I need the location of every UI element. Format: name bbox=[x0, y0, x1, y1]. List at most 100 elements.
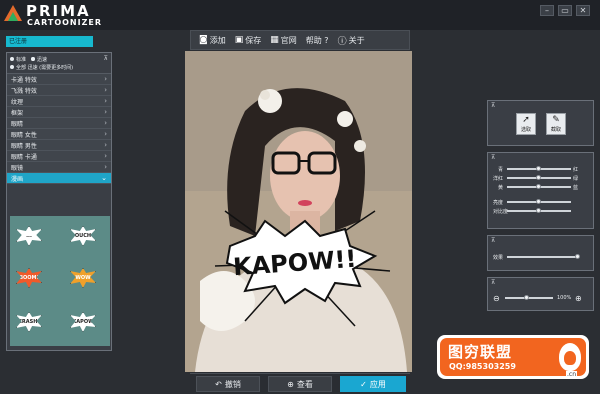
chevron-right-icon: › bbox=[104, 108, 107, 116]
thumb-boom[interactable]: BOOM! bbox=[14, 264, 44, 292]
minimize-button[interactable]: – bbox=[540, 5, 554, 16]
add-label: 添加 bbox=[209, 35, 226, 45]
grid-icon: ▦ bbox=[270, 35, 279, 45]
apply-button[interactable]: ✓ 应用 bbox=[340, 376, 406, 392]
slider-left-label: 青 bbox=[497, 166, 503, 173]
color-adjust-panel: ⊼ 青红洋红绿黄蓝亮度 对比度 bbox=[487, 152, 594, 229]
slider-knob[interactable] bbox=[536, 208, 541, 213]
effect-slider-knob[interactable] bbox=[575, 254, 580, 259]
slider-left-label: 亮度 bbox=[493, 199, 504, 206]
color-slider[interactable] bbox=[507, 184, 571, 189]
pin-icon[interactable]: ⊼ bbox=[491, 102, 495, 109]
category-label: 眼睛 男性 bbox=[11, 142, 37, 150]
undo-icon: ↶ bbox=[215, 379, 222, 389]
zoom-value: 100% bbox=[557, 295, 572, 301]
selection-panel: ⊼ ➚ 选取 ✎ 截取 bbox=[487, 100, 594, 146]
zoom-in-icon[interactable]: ⊕ bbox=[575, 294, 585, 303]
color-slider[interactable] bbox=[507, 166, 571, 171]
thumb-crash[interactable]: CRASH! bbox=[14, 308, 44, 336]
effect-thumbnails: ... OUCH BOOM! WOW CRASH! KAPOW bbox=[10, 216, 110, 346]
capture-tool-label: 截取 bbox=[550, 127, 561, 133]
category-item[interactable]: 眼睛 女性 › bbox=[7, 129, 111, 140]
color-slider[interactable] bbox=[507, 175, 571, 180]
thumb-dots[interactable]: ... bbox=[14, 222, 44, 250]
registered-badge: 已注册 bbox=[6, 36, 93, 47]
color-slider-row: 对比度 bbox=[493, 208, 589, 215]
category-label: 眼睛 女性 bbox=[11, 131, 37, 139]
watermark-inner: 图穷联盟 QQ:985303259 bbox=[440, 338, 586, 376]
slider-left-label: 对比度 bbox=[493, 208, 509, 215]
mode-standard-radio[interactable] bbox=[10, 57, 14, 61]
mode-quick-radio[interactable] bbox=[31, 57, 36, 61]
category-item[interactable]: 眼睛 男性 › bbox=[7, 140, 111, 151]
slider-knob[interactable] bbox=[536, 175, 541, 180]
help-button[interactable]: 帮助 ? bbox=[306, 35, 329, 46]
category-item[interactable]: 眼睛 卡通 › bbox=[7, 151, 111, 162]
website-button[interactable]: ▦ 官网 bbox=[270, 35, 297, 46]
zoom-out-icon[interactable]: ⊖ bbox=[493, 294, 503, 303]
logo-inner-triangle bbox=[8, 12, 18, 21]
pin-icon[interactable]: ⊼ bbox=[491, 279, 495, 286]
category-item[interactable]: 卡通 特效 › bbox=[7, 74, 111, 85]
slider-knob[interactable] bbox=[536, 184, 541, 189]
effect-slider[interactable] bbox=[507, 254, 580, 259]
watermark-title: 图穷联盟 bbox=[448, 343, 513, 361]
cursor-arrow-icon: ➚ bbox=[522, 115, 530, 125]
mode-full-radio[interactable] bbox=[10, 65, 14, 69]
category-item[interactable]: 漫画 ⌄ bbox=[7, 173, 111, 184]
category-list: 卡通 特效 › 飞溅 特效 › 纹理 › 框架 › 眼睛 › 眼睛 女性 › 眼睛 男性 › 眼睛 卡通 › 眼… bbox=[7, 74, 111, 184]
category-item[interactable]: 飞溅 特效 › bbox=[7, 85, 111, 96]
photo-canvas[interactable]: KAPOW!! bbox=[185, 51, 412, 372]
category-item[interactable]: 眼睛 › bbox=[7, 118, 111, 129]
floppy-disk-icon: ▣ bbox=[234, 35, 244, 45]
slider-knob[interactable] bbox=[536, 166, 541, 171]
mode-quick-label: 迅速 bbox=[37, 56, 48, 63]
select-tool-button[interactable]: ➚ 选取 bbox=[516, 113, 536, 135]
undo-button[interactable]: ↶ 撤销 bbox=[196, 376, 260, 392]
color-slider-row: 亮度 bbox=[493, 199, 589, 206]
capture-tool-button[interactable]: ✎ 截取 bbox=[546, 113, 566, 135]
apply-label: 应用 bbox=[369, 379, 386, 389]
slider-left-label: 黄 bbox=[497, 184, 503, 191]
slider-right-label: 绿 bbox=[573, 175, 579, 182]
color-slider[interactable] bbox=[507, 208, 571, 213]
mode-full-label: 全部 迅速 (需要更多时间) bbox=[16, 64, 74, 71]
chevron-right-icon: › bbox=[104, 119, 107, 127]
about-label: 关于 bbox=[348, 35, 365, 45]
pin-icon[interactable]: ⊼ bbox=[491, 154, 495, 161]
main-toolbar: ◙ 添加 ▣ 保存 ▦ 官网 帮助 ? ⓘ 关于 bbox=[190, 30, 410, 50]
thumb-ouch[interactable]: OUCH bbox=[68, 222, 98, 250]
chevron-right-icon: › bbox=[104, 75, 107, 83]
color-slider[interactable] bbox=[507, 199, 571, 204]
watermark-suffix: .cn bbox=[566, 371, 578, 378]
chevron-right-icon: › bbox=[104, 152, 107, 160]
category-item[interactable]: 框架 › bbox=[7, 107, 111, 118]
category-item[interactable]: 纹理 › bbox=[7, 96, 111, 107]
chevron-right-icon: › bbox=[104, 130, 107, 138]
slider-left-label: 洋红 bbox=[493, 175, 504, 182]
color-slider-row: 洋红 绿 bbox=[493, 175, 589, 182]
select-tool-label: 选取 bbox=[520, 127, 531, 133]
crop-pen-icon: ✎ bbox=[552, 115, 560, 125]
check-icon: ✓ bbox=[360, 379, 367, 389]
thumb-crash-label: CRASH! bbox=[16, 312, 42, 332]
add-button[interactable]: ◙ 添加 bbox=[199, 35, 226, 46]
close-button[interactable]: ✕ bbox=[576, 5, 590, 16]
category-item[interactable]: 眼镜 › bbox=[7, 162, 111, 173]
zoom-slider[interactable] bbox=[505, 295, 553, 300]
thumb-kapow[interactable]: KAPOW bbox=[68, 308, 98, 336]
chevron-right-icon: › bbox=[104, 86, 107, 94]
zoom-slider-knob[interactable] bbox=[523, 295, 529, 300]
about-button[interactable]: ⓘ 关于 bbox=[338, 34, 365, 47]
pin-icon[interactable]: ⊼ bbox=[104, 55, 108, 62]
category-label: 眼睛 bbox=[11, 120, 24, 128]
render-mode-selector: ⊼ 标准 迅速 全部 迅速 (需要更多时间) bbox=[7, 53, 111, 74]
thumb-wow[interactable]: WOW bbox=[68, 264, 98, 292]
color-slider-row: 黄蓝 bbox=[493, 184, 589, 191]
maximize-button[interactable]: ▭ bbox=[558, 5, 572, 16]
view-button[interactable]: ⊕ 查看 bbox=[268, 376, 332, 392]
pin-icon[interactable]: ⊼ bbox=[491, 237, 495, 244]
effect-strength-panel: ⊼ 效果 bbox=[487, 235, 594, 271]
slider-knob[interactable] bbox=[536, 199, 541, 204]
save-button[interactable]: ▣ 保存 bbox=[235, 35, 262, 46]
